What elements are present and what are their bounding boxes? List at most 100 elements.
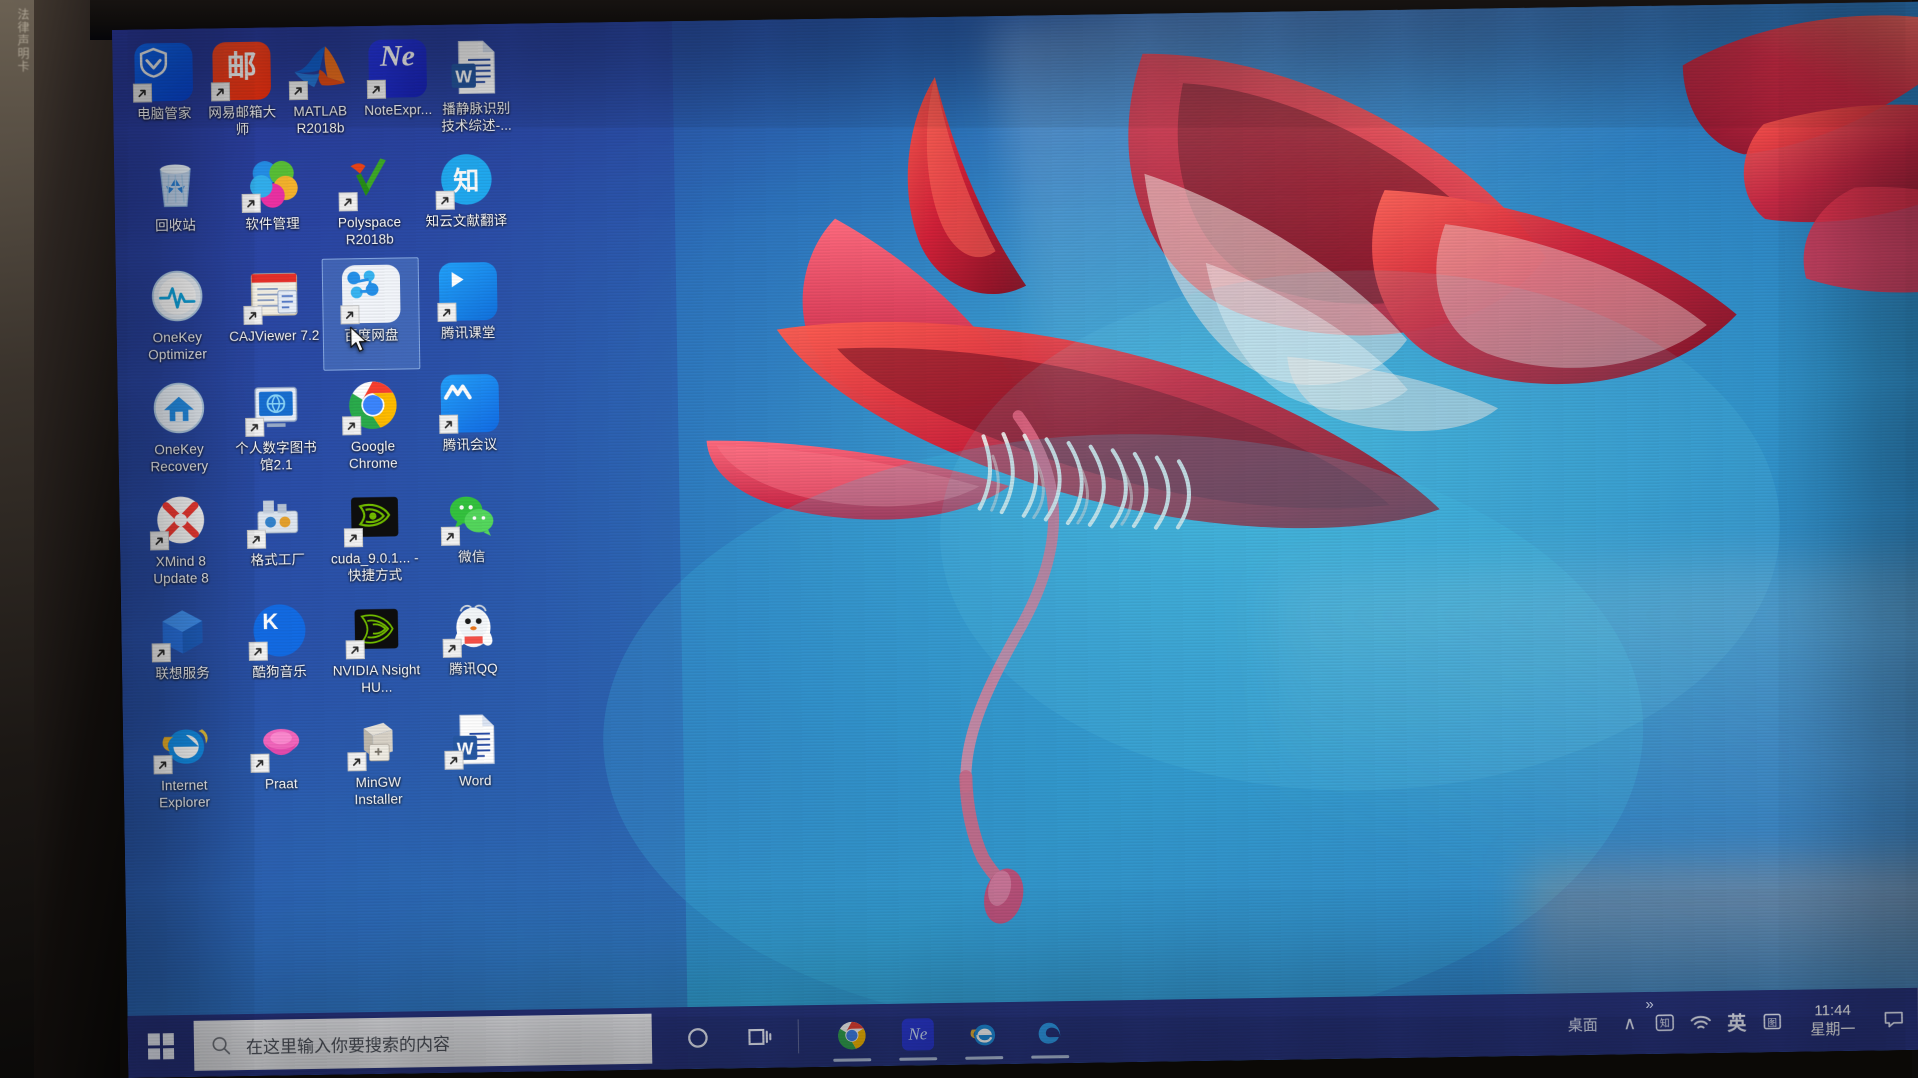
shortcut-arrow-badge — [339, 305, 360, 325]
system-tray: » 桌面 ∧ 知 英 图 11:44 星期一 — [1559, 987, 1918, 1055]
desktop-icon-label: MinGW Installer — [354, 774, 403, 807]
cortana-button[interactable] — [669, 1006, 726, 1069]
ime-language-icon[interactable]: 英 — [1725, 990, 1748, 1052]
tray-overflow-chevrons[interactable]: » — [1645, 996, 1653, 1013]
running-indicator — [1031, 1055, 1070, 1059]
onekey-optimizer-icon — [145, 265, 208, 328]
shortcut-arrow-badge — [343, 528, 363, 548]
taskbar-pinned-apps: Ne — [808, 1001, 1079, 1067]
shortcut-arrow-badge — [436, 302, 457, 322]
google-chrome-icon — [341, 373, 404, 436]
baidu-netdisk-icon — [339, 262, 402, 325]
shortcut-arrow-badge — [249, 753, 270, 773]
task-view-button[interactable] — [731, 1006, 788, 1069]
desktop-icon-google-chrome[interactable]: Google Chrome — [323, 369, 422, 483]
desktop-icon-recycle-bin[interactable]: 回收站 — [126, 148, 225, 262]
zhiyun-tray-icon[interactable]: 知 — [1653, 992, 1676, 1054]
desktop-icon-wechat[interactable]: 微信 — [422, 480, 521, 594]
desktop-icon-tencent-ketang[interactable]: 腾讯课堂 — [419, 256, 518, 370]
desktop-icon-onekey-recovery[interactable]: OneKey Recovery — [129, 372, 228, 486]
desktop-icon-nvidia-cuda[interactable]: cuda_9.0.1... - 快捷方式 — [325, 481, 424, 595]
windows-logo-icon — [147, 1033, 175, 1060]
desktop-icon-xmind[interactable]: XMind 8 Update 8 — [131, 484, 230, 598]
desktop-icon-label: Polyspace R2018b — [337, 214, 402, 247]
desktop-icon-tencent-meeting[interactable]: 腾讯会议 — [420, 368, 519, 482]
xmind-icon — [149, 489, 212, 552]
mingw-installer-icon — [346, 709, 409, 772]
ime-keyboard-icon[interactable]: 图 — [1760, 990, 1783, 1052]
desktop-icon-grid[interactable]: 电脑管家 邮 网易邮箱大师 MATLAB R2018b Ne NoteExpr.… — [124, 32, 526, 822]
lenovo-service-icon — [150, 600, 213, 663]
desktop-icon-software-manager[interactable]: 软件管理 — [223, 147, 322, 261]
shortcut-arrow-badge — [366, 79, 387, 100]
desktop-icon-microsoft-word[interactable]: W Word — [426, 704, 525, 818]
nvidia-cuda-icon — [343, 485, 406, 548]
word-document-icon: W — [444, 36, 507, 99]
desktop-icon-label: 网易邮箱大师 — [208, 104, 277, 137]
desktop-icon-kugou-music[interactable]: K 酷狗音乐 — [230, 595, 329, 709]
onekey-recovery-icon — [147, 377, 210, 440]
svg-text:W: W — [455, 66, 472, 86]
clock-day: 星期一 — [1810, 1020, 1856, 1039]
desktop-icon-onekey-optimizer[interactable]: OneKey Optimizer — [128, 260, 227, 374]
shortcut-arrow-badge — [132, 83, 153, 103]
desktop-icon-lenovo-service[interactable]: 联想服务 — [133, 596, 232, 710]
taskbar-app-noteexpress[interactable]: Ne — [888, 1003, 947, 1066]
tencent-qq-icon — [441, 596, 504, 659]
desktop-peek-label[interactable]: 桌面 — [1560, 1013, 1606, 1035]
shortcut-arrow-badge — [346, 752, 367, 772]
desktop-icon-label: MATLAB R2018b — [293, 103, 348, 136]
running-indicator — [965, 1056, 1004, 1060]
desktop-icon-mingw-installer[interactable]: MinGW Installer — [329, 705, 428, 819]
desktop-icon-tencent-qq[interactable]: 腾讯QQ — [424, 592, 523, 706]
wall-notice-strip: 法律声明卡 — [0, 0, 34, 1078]
search-input[interactable]: 在这里输入你要搜索的内容 — [193, 1013, 653, 1071]
taskbar-app-internet-explorer[interactable] — [954, 1002, 1013, 1065]
desktop-icon-label: OneKey Recovery — [150, 441, 209, 474]
shortcut-arrow-badge — [152, 755, 173, 775]
show-hidden-icons-chevron-icon[interactable]: ∧ — [1618, 992, 1641, 1054]
taskbar-clock[interactable]: 11:44 星期一 — [1795, 1001, 1870, 1040]
desktop-icon-label: NoteExpr... — [364, 101, 433, 119]
desktop-icon-row: 电脑管家 邮 网易邮箱大师 MATLAB R2018b Ne NoteExpr.… — [124, 32, 516, 150]
taskbar-app-google-chrome[interactable] — [822, 1004, 881, 1067]
shortcut-arrow-badge — [288, 80, 309, 101]
zhiyun-translate-icon: 知 — [434, 148, 497, 211]
desktop-icon-personal-digital-library[interactable]: 个人数字图书馆2.1 — [226, 371, 325, 485]
shortcut-arrow-badge — [241, 193, 261, 213]
desktop-icon-format-factory[interactable]: 格式工厂 — [228, 483, 327, 597]
praat-icon — [249, 711, 312, 774]
desktop-icon-label: Word — [459, 773, 492, 789]
desktop-icon-label: NVIDIA Nsight HU... — [332, 662, 421, 695]
desktop-icon-tencent-pc-manager[interactable]: 电脑管家 — [124, 37, 204, 150]
desktop-icon-cajviewer[interactable]: CAJViewer 7.2 — [225, 259, 324, 373]
desktop-icon-polyspace[interactable]: Polyspace R2018b — [320, 145, 419, 259]
desktop-icon-noteexpress[interactable]: Ne NoteExpr... — [358, 33, 438, 146]
svg-text:知: 知 — [1660, 1017, 1670, 1030]
photograph-of-laptop-screen: 法律声明卡 电脑管家 邮 网易邮箱大师 MATLAB R2018b Ne Not… — [0, 0, 1918, 1078]
desktop-icon-internet-explorer[interactable]: Internet Explorer — [135, 708, 234, 822]
desktop-icon-nvidia-nsight[interactable]: NVIDIA Nsight HU... — [327, 593, 426, 707]
shortcut-arrow-badge — [210, 82, 231, 102]
shortcut-arrow-badge — [244, 417, 264, 437]
running-indicator — [833, 1058, 872, 1062]
desktop-icon-zhiyun-translate[interactable]: 知 知云文献翻译 — [417, 144, 516, 258]
shortcut-arrow-badge — [440, 526, 460, 546]
desktop-icon-word-document[interactable]: W 播静脉识别技术综述-... — [436, 32, 516, 145]
software-manager-icon — [240, 151, 303, 214]
desktop-icon-row: 回收站 软件管理 Polyspace R2018b 知 知云文献翻译 — [126, 144, 518, 262]
clock-time: 11:44 — [1814, 1001, 1851, 1020]
desktop-icon-netease-mail-master[interactable]: 邮 网易邮箱大师 — [202, 35, 282, 148]
start-button[interactable] — [127, 1015, 194, 1078]
desktop-icon-label: 格式工厂 — [250, 552, 306, 568]
desktop-icon-label: 微信 — [458, 549, 486, 565]
network-wifi-icon[interactable] — [1688, 991, 1713, 1053]
action-center-icon[interactable] — [1882, 988, 1905, 1050]
desktop-icon-baidu-netdisk[interactable]: 百度网盘 — [321, 257, 421, 371]
svg-text:图: 图 — [1767, 1017, 1777, 1028]
desktop-icon-matlab[interactable]: MATLAB R2018b — [280, 34, 360, 147]
desktop-icon-label: OneKey Optimizer — [148, 329, 208, 362]
taskbar-app-microsoft-edge[interactable] — [1020, 1001, 1079, 1064]
microsoft-word-icon: W — [443, 708, 506, 771]
desktop-icon-praat[interactable]: Praat — [232, 707, 331, 821]
